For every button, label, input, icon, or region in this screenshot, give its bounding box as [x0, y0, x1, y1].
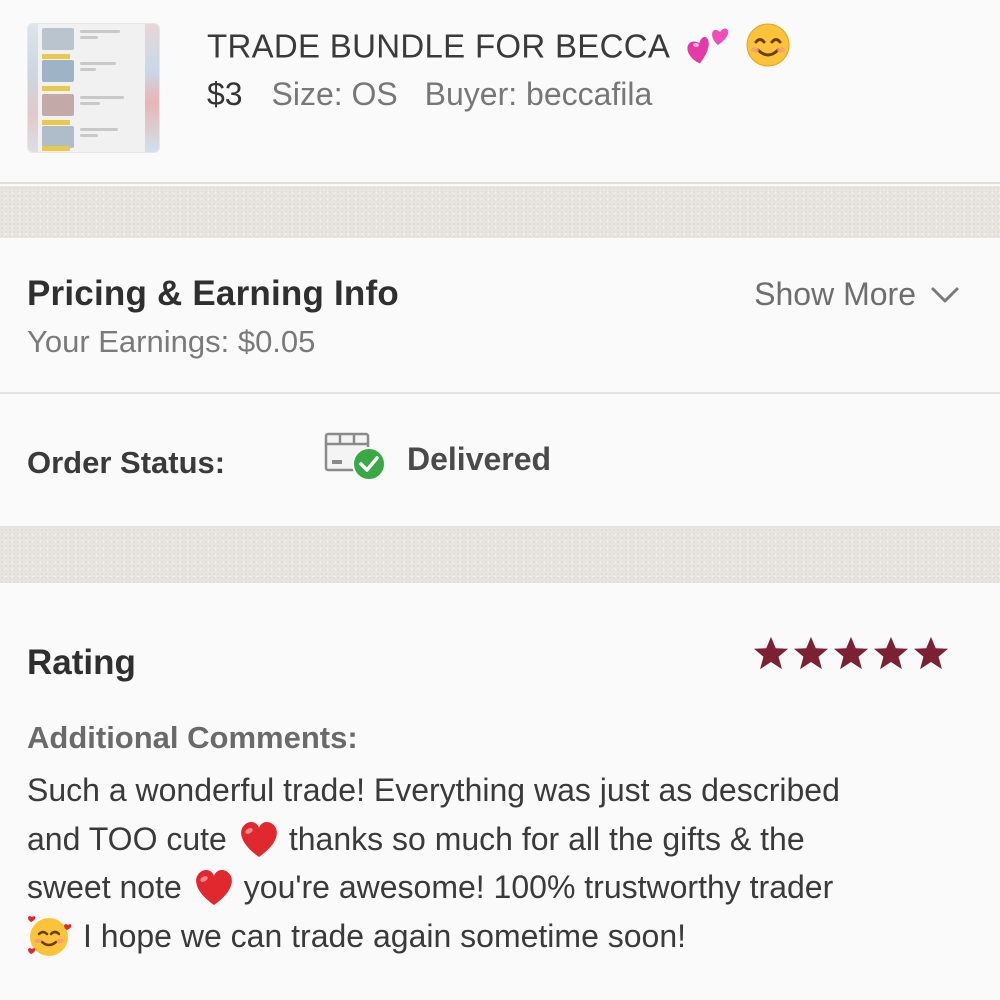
- thumbnail-item-text: [80, 36, 98, 39]
- section-divider: [0, 528, 1000, 583]
- star-rating: [752, 635, 952, 671]
- show-more-label: Show More: [754, 276, 916, 312]
- comment-line: sweet note you're awesome! 100% trustwor…: [27, 863, 987, 912]
- smiling-face-icon: [745, 22, 791, 68]
- order-status-value: Delivered: [407, 441, 552, 477]
- show-more-button[interactable]: Show More: [754, 276, 960, 313]
- pricing-section: Pricing & Earning Info Your Earnings: $0…: [0, 238, 1000, 394]
- package-delivered-icon: [322, 428, 388, 489]
- listing-header[interactable]: TRADE BUNDLE FOR BECCA $3 Size: OS Buyer…: [0, 0, 1000, 184]
- thumbnail-edge-left: [28, 24, 38, 152]
- red-heart-icon: [195, 870, 232, 906]
- section-divider: [0, 186, 1000, 238]
- listing-meta: $3 Size: OS Buyer: beccafila: [207, 76, 670, 113]
- listing-title-text: TRADE BUNDLE FOR BECCA: [207, 27, 669, 65]
- listing-size: Size: OS: [271, 76, 398, 112]
- thumbnail-item-image: [42, 126, 74, 148]
- thumbnail-item-image: [42, 60, 74, 82]
- thumbnail-item-text: [80, 30, 120, 33]
- earnings-text: Your Earnings: $0.05: [27, 324, 316, 359]
- red-heart-icon: [240, 821, 277, 857]
- star-icon: [913, 636, 949, 670]
- comments-label: Additional Comments:: [27, 720, 358, 755]
- comment-line: I hope we can trade again sometime soon!: [27, 912, 987, 961]
- listing-thumbnail[interactable]: [27, 23, 160, 153]
- comment-text: sweet note: [27, 869, 182, 905]
- rating-title: Rating: [27, 643, 136, 682]
- two-hearts-icon: [686, 23, 734, 67]
- star-icon: [873, 636, 909, 670]
- order-status-section: Order Status: Delivered: [0, 396, 1000, 528]
- thumbnail-edge-right: [145, 24, 159, 152]
- star-icon: [753, 636, 789, 670]
- thumbnail-item-text: [80, 128, 118, 131]
- comment-body: Such a wonderful trade! Everything was j…: [27, 766, 987, 960]
- thumbnail-item-text: [80, 102, 100, 105]
- rating-section: Rating Additional Comments: Such a wonde…: [0, 583, 1000, 1000]
- thumbnail-item-image: [42, 28, 74, 50]
- comment-text: you're awesome! 100% trustworthy trader: [243, 869, 834, 905]
- comment-text: Such a wonderful trade! Everything was j…: [27, 772, 840, 808]
- listing-price: $3: [207, 76, 243, 112]
- chevron-down-icon: [931, 287, 959, 302]
- comment-text: thanks so much for all the gifts & the: [288, 820, 805, 857]
- comment-text: and TOO cute: [27, 820, 227, 857]
- thumbnail-item-text: [80, 134, 98, 137]
- thumbnail-item-tag: [42, 86, 70, 91]
- comment-line: Such a wonderful trade! Everything was j…: [27, 766, 987, 815]
- star-icon: [793, 636, 829, 670]
- listing-buyer[interactable]: Buyer: beccafila: [425, 76, 653, 112]
- smiling-face-with-hearts-icon: [28, 915, 72, 956]
- star-icon: [833, 636, 869, 670]
- comment-text: I hope we can trade again sometime soon!: [83, 917, 687, 954]
- thumbnail-item-text: [80, 62, 116, 65]
- thumbnail-item-tag: [42, 120, 70, 125]
- thumbnail-item-tag: [42, 54, 70, 59]
- pricing-title: Pricing & Earning Info: [27, 274, 399, 313]
- listing-title[interactable]: TRADE BUNDLE FOR BECCA: [207, 23, 791, 72]
- order-status-label: Order Status:: [27, 445, 226, 480]
- thumbnail-item-text: [80, 68, 96, 71]
- thumbnail-item-image: [42, 94, 74, 116]
- comment-line: and TOO cute thanks so much for all the …: [27, 815, 987, 864]
- thumbnail-item-text: [80, 96, 124, 99]
- thumbnail-item-tag: [42, 146, 70, 151]
